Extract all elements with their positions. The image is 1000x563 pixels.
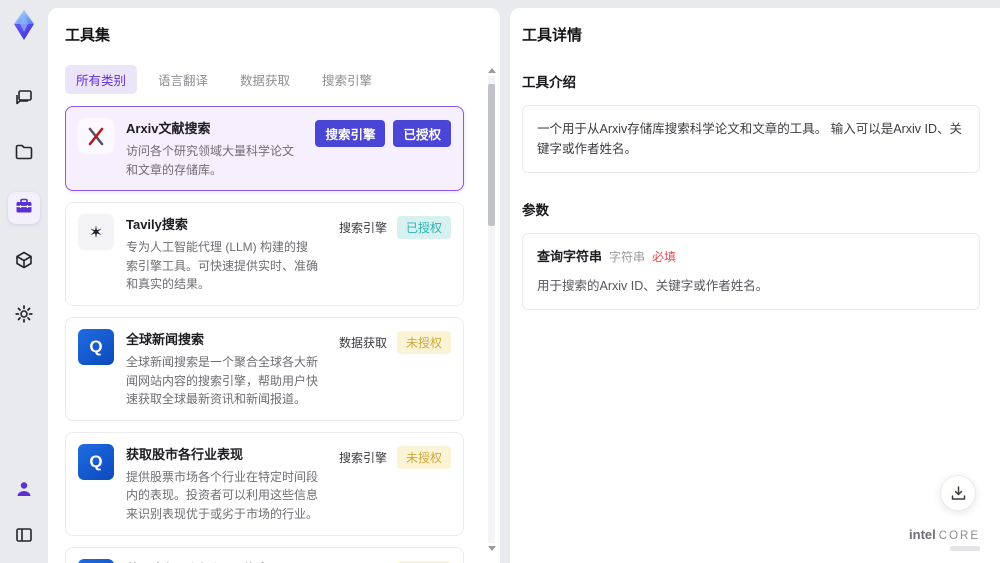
tool-name: Tavily搜索: [126, 217, 188, 233]
rail-item-panel-toggle[interactable]: [8, 521, 40, 553]
intro-box: 一个用于从Arxiv存储库搜索科学论文和文章的工具。 输入可以是Arxiv ID…: [522, 105, 980, 173]
tool-auth-badge: 未授权: [396, 330, 451, 354]
tool-auth-badge: 未授权: [396, 445, 451, 469]
param-type: 字符串: [609, 250, 646, 264]
tool-category-tag: 搜索引擎: [315, 120, 386, 147]
tool-category-tag: 搜索引擎: [338, 450, 387, 465]
tab-3[interactable]: 搜索引擎: [311, 65, 383, 94]
tool-list: Arxiv文献搜索 访问各个研究领域大量科学论文和文章的存储库。 搜索引擎 已授…: [65, 106, 478, 563]
param-card: 查询字符串 字符串 必填 用于搜索的Arxiv ID、关键字或作者姓名。: [522, 233, 980, 310]
tool-description: 访问各个研究领域大量科学论文和文章的存储库。: [126, 144, 295, 177]
cube-icon: [14, 250, 34, 275]
user-icon: [14, 479, 34, 504]
tool-name: 获取股市各行业表现: [126, 446, 244, 462]
quark-icon: Q: [89, 337, 103, 357]
app-logo-gem-icon: [7, 8, 41, 42]
tool-list-item-3[interactable]: Q 获取股市各行业表现 提供股票市场各个行业在特定时间段内的表现。投资者可以利用…: [65, 431, 464, 536]
category-tabs: 所有类别 语言翻译 数据获取 搜索引擎: [65, 65, 478, 94]
arxiv-icon: [88, 127, 104, 146]
app-window: 工具集 所有类别 语言翻译 数据获取 搜索引擎 Arxiv文献搜索 访问各个研究领域大…: [0, 0, 1000, 563]
param-header: 查询字符串 字符串 必填: [537, 247, 965, 268]
tab-2[interactable]: 数据获取: [229, 65, 301, 94]
rail-item-tools[interactable]: [8, 192, 40, 224]
scrollbar-thumb[interactable]: [488, 84, 495, 226]
tool-description: 提供股票市场各个行业在特定时间段内的表现。投资者可以利用这些信息来识别表现优于或…: [126, 469, 319, 521]
tool-list-item-4[interactable]: Q 获取市场最活跃股票信息 提供当天交易量最高的股票列表，投资者可以利用这些信息…: [65, 546, 464, 563]
toolbox-icon: [14, 196, 34, 221]
scroll-down-icon[interactable]: [488, 546, 496, 551]
list-scrollbar[interactable]: [486, 68, 496, 551]
tool-list-item-2[interactable]: Q 全球新闻搜索 全球新闻搜索是一个聚合全球各大新闻网站内容的搜索引擎，帮助用户…: [65, 316, 464, 421]
folder-icon: [14, 142, 34, 167]
scroll-up-icon[interactable]: [488, 68, 496, 73]
rail-item-chat[interactable]: [8, 84, 40, 116]
intel-core-logo: intel CORE: [909, 528, 980, 551]
rail-item-account[interactable]: [8, 475, 40, 507]
details-panel: 工具详情 工具介绍 一个用于从Arxiv存储库搜索科学论文和文章的工具。 输入可…: [510, 8, 1000, 563]
left-rail: [0, 0, 48, 563]
brand-core-text: CORE: [938, 530, 980, 543]
tool-category-tag: 数据获取: [338, 335, 387, 350]
param-description: 用于搜索的Arxiv ID、关键字或作者姓名。: [537, 278, 769, 293]
param-name: 查询字符串: [537, 249, 603, 264]
gear-icon: [14, 304, 34, 329]
tool-description: 专为人工智能代理 (LLM) 构建的搜索引擎工具。可快速提供实时、准确和真实的结…: [126, 240, 319, 292]
layout-icon: [14, 525, 34, 550]
intro-heading: 工具介绍: [522, 75, 576, 90]
brand-intel-text: intel: [909, 527, 936, 543]
tavily-star-icon: ✶: [88, 222, 104, 242]
tab-0[interactable]: 所有类别: [65, 65, 138, 94]
tool-description: 全球新闻搜索是一个聚合全球各大新闻网站内容的搜索引擎，帮助用户快速获取全球最新资…: [126, 354, 319, 407]
params-heading: 参数: [522, 203, 549, 218]
tool-list-item-1[interactable]: ✶ Tavily搜索 专为人工智能代理 (LLM) 构建的搜索引擎工具。可快速提…: [65, 202, 464, 306]
tool-name: 获取市场最活跃股票信息: [126, 559, 319, 563]
rail-item-settings[interactable]: [8, 300, 40, 332]
rail-item-packages[interactable]: [8, 246, 40, 278]
tool-name: 全球新闻搜索: [126, 331, 205, 347]
chat-icon: [14, 88, 34, 113]
details-panel-title: 工具详情: [522, 27, 583, 44]
brand-ultra-mark: [950, 546, 980, 551]
tab-1[interactable]: 语言翻译: [147, 65, 219, 94]
param-required-badge: 必填: [652, 250, 677, 264]
download-button[interactable]: [940, 475, 976, 511]
main-content: 工具集 所有类别 语言翻译 数据获取 搜索引擎 Arxiv文献搜索 访问各个研究领域大…: [48, 0, 1000, 563]
quark-icon: Q: [89, 452, 103, 472]
tool-auth-badge: 已授权: [393, 120, 451, 147]
tool-category-tag: 搜索引擎: [338, 221, 387, 236]
tools-panel-title: 工具集: [65, 27, 111, 44]
download-icon: [951, 485, 965, 500]
tool-auth-badge: 已授权: [396, 216, 451, 240]
tool-name: Arxiv文献搜索: [126, 121, 211, 136]
tool-list-item-0[interactable]: Arxiv文献搜索 访问各个研究领域大量科学论文和文章的存储库。 搜索引擎 已授…: [65, 106, 464, 192]
tools-panel: 工具集 所有类别 语言翻译 数据获取 搜索引擎 Arxiv文献搜索 访问各个研究领域大…: [48, 8, 500, 563]
rail-item-files[interactable]: [8, 138, 40, 170]
